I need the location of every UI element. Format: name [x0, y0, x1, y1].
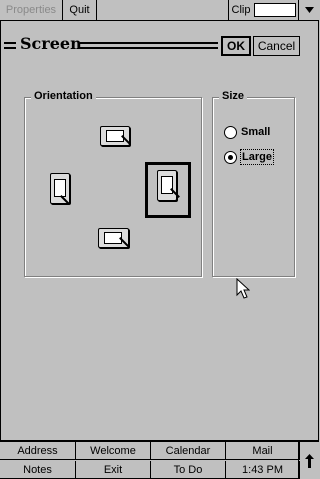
ok-button[interactable]: OK — [221, 36, 251, 56]
title-decoration-left — [4, 42, 16, 49]
title-decoration-right — [80, 42, 218, 49]
size-small-option[interactable]: Small — [224, 125, 271, 139]
device-portrait-icon — [50, 173, 70, 205]
taskbar-notes-button[interactable]: Notes — [0, 461, 76, 479]
clip-box[interactable] — [254, 3, 296, 17]
orientation-up-option[interactable] — [100, 126, 132, 148]
device-landscape-icon — [98, 228, 129, 248]
triangle-down-icon — [304, 7, 314, 13]
size-small-label: Small — [241, 126, 271, 138]
up-arrow-icon — [304, 453, 314, 468]
radio-checked-icon[interactable] — [224, 150, 237, 164]
orientation-label: Orientation — [31, 90, 96, 102]
menu-bar: Properties Quit Clip — [0, 0, 319, 21]
size-group — [212, 97, 295, 277]
clip-label: Clip — [228, 0, 253, 20]
mouse-cursor-icon — [236, 278, 250, 299]
properties-menu-button[interactable]: Properties — [0, 0, 63, 20]
device-landscape-icon — [100, 126, 131, 146]
size-label: Size — [219, 90, 248, 102]
taskbar-mail-button[interactable]: Mail — [226, 442, 300, 460]
size-large-label: Large — [240, 149, 274, 165]
taskbar-exit-button[interactable]: Exit — [76, 461, 151, 479]
size-large-option[interactable]: Large — [224, 149, 274, 165]
cancel-button[interactable]: Cancel — [253, 36, 300, 56]
radio-unchecked-icon[interactable] — [224, 125, 237, 139]
taskbar-scroll-button[interactable] — [298, 442, 319, 479]
orientation-right-option[interactable] — [157, 170, 180, 204]
taskbar: Address Welcome Calendar Mail Notes Exit… — [0, 440, 319, 479]
orientation-left-option[interactable] — [50, 173, 72, 207]
taskbar-address-button[interactable]: Address — [0, 442, 76, 460]
quit-menu-button[interactable]: Quit — [63, 0, 97, 20]
taskbar-welcome-button[interactable]: Welcome — [76, 442, 151, 460]
orientation-down-option[interactable] — [98, 228, 130, 250]
dialog-title: Screen — [20, 34, 82, 53]
taskbar-todo-button[interactable]: To Do — [151, 461, 226, 479]
menu-scroll-button[interactable] — [298, 0, 319, 20]
taskbar-calendar-button[interactable]: Calendar — [151, 442, 226, 460]
device-portrait-icon — [157, 170, 180, 201]
taskbar-clock: 1:43 PM — [226, 461, 300, 479]
